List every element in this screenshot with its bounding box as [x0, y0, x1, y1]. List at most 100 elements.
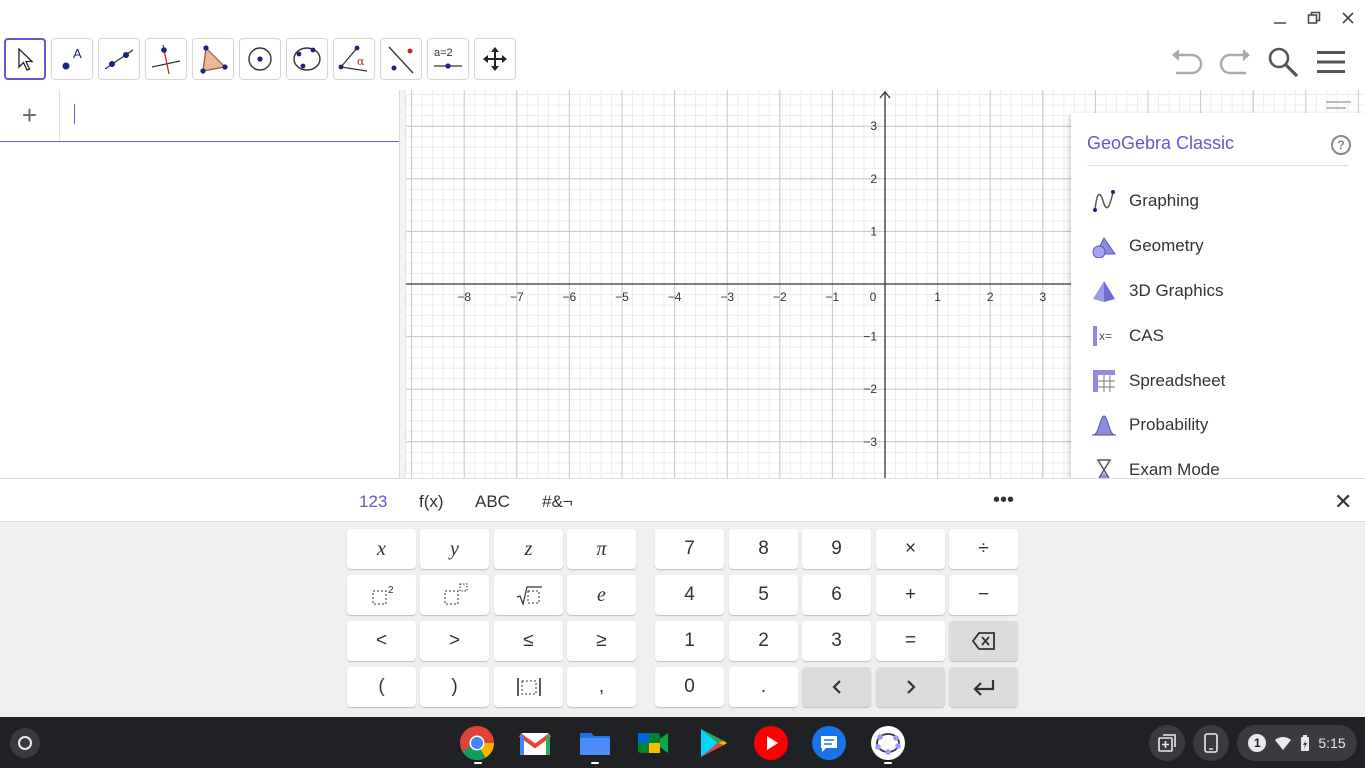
app-spreadsheet[interactable]: Spreadsheet [1091, 366, 1225, 396]
key-7[interactable]: 7 [655, 529, 724, 569]
key-left-arrow[interactable] [802, 667, 871, 707]
app-probability[interactable]: Probability [1091, 410, 1208, 440]
point-icon: A [62, 46, 82, 70]
chrome-app[interactable] [459, 725, 495, 761]
key-divide[interactable]: ÷ [949, 529, 1018, 569]
key-9[interactable]: 9 [802, 529, 871, 569]
redo-icon[interactable] [1215, 40, 1255, 84]
system-tray-button[interactable]: 1 5:15 [1237, 725, 1357, 761]
launcher-button[interactable] [7, 725, 43, 761]
key-e[interactable]: e [567, 575, 636, 615]
app-label: Probability [1129, 415, 1209, 434]
search-icon[interactable] [1263, 40, 1303, 84]
point-tool[interactable]: A [51, 38, 93, 80]
key-greater-equal[interactable]: ≥ [567, 621, 636, 661]
tab-symbols[interactable]: #&¬ [542, 492, 573, 512]
key-multiply[interactable]: × [876, 529, 945, 569]
key-plus[interactable]: + [876, 575, 945, 615]
key-enter[interactable] [949, 667, 1018, 707]
key-1[interactable]: 1 [655, 621, 724, 661]
reflect-tool[interactable] [380, 38, 422, 80]
minimize-icon[interactable] [1263, 0, 1297, 36]
notification-badge: 1 [1248, 734, 1267, 752]
desks-button[interactable] [1149, 725, 1185, 761]
key-less-equal[interactable]: ≤ [494, 621, 563, 661]
youtube-app[interactable] [753, 725, 789, 761]
undo-icon[interactable] [1167, 40, 1207, 84]
key-abs[interactable] [494, 667, 563, 707]
perpendicular-tool[interactable] [145, 38, 187, 80]
key-greater-than[interactable]: > [420, 621, 489, 661]
app-graphing[interactable]: Graphing [1091, 186, 1199, 216]
key-x[interactable]: x [347, 529, 416, 569]
key-3[interactable]: 3 [802, 621, 871, 661]
key-6[interactable]: 6 [802, 575, 871, 615]
gmail-app[interactable] [517, 725, 553, 761]
spreadsheet-icon [1091, 368, 1117, 394]
key-pi[interactable]: π [567, 529, 636, 569]
toolbar-right [1167, 40, 1351, 84]
key-z[interactable]: z [494, 529, 563, 569]
move-graphics-tool[interactable] [474, 38, 516, 80]
files-app[interactable] [577, 725, 613, 761]
backspace-icon [971, 632, 995, 650]
add-item-button[interactable]: + [0, 90, 60, 141]
angle-tool[interactable]: α [333, 38, 375, 80]
key-less-than[interactable]: < [347, 621, 416, 661]
key-5[interactable]: 5 [729, 575, 798, 615]
app-3d-graphics[interactable]: 3D Graphics [1091, 276, 1223, 306]
phone-hub-button[interactable] [1193, 725, 1229, 761]
key-power[interactable] [420, 575, 489, 615]
move-tool[interactable] [4, 38, 46, 80]
chevron-left-icon [831, 680, 841, 694]
polygon-tool[interactable] [192, 38, 234, 80]
svg-text:α: α [357, 55, 365, 68]
key-8[interactable]: 8 [729, 529, 798, 569]
key-sqrt[interactable] [494, 575, 563, 615]
svg-text:A: A [73, 46, 82, 61]
launcher-icon [10, 728, 40, 758]
y-tick-label: −3 [863, 435, 877, 449]
key-y[interactable]: y [420, 529, 489, 569]
play-store-app[interactable] [694, 725, 730, 761]
key-backspace[interactable] [949, 621, 1018, 661]
close-icon[interactable] [1331, 0, 1365, 36]
tab-functions[interactable]: f(x) [419, 492, 444, 512]
slider-tool[interactable]: a=2 [427, 38, 469, 80]
key-comma[interactable]: , [567, 667, 636, 707]
key-4[interactable]: 4 [655, 575, 724, 615]
messages-app[interactable] [811, 725, 847, 761]
angle-icon: α [338, 45, 368, 72]
help-icon[interactable]: ? [1331, 135, 1351, 155]
key-close-paren[interactable]: ) [420, 667, 489, 707]
key-decimal[interactable]: . [729, 667, 798, 707]
app-geometry[interactable]: Geometry [1091, 231, 1204, 261]
app-cas[interactable]: x= CAS [1091, 321, 1164, 351]
geogebra-app[interactable] [870, 725, 906, 761]
line-tool[interactable] [98, 38, 140, 80]
algebra-input-row[interactable]: + [0, 90, 399, 142]
key-open-paren[interactable]: ( [347, 667, 416, 707]
shelf: 1 5:15 [0, 717, 1365, 768]
perpendicular-icon [151, 44, 181, 75]
close-keyboard-button[interactable]: ✕ [1334, 489, 1352, 515]
key-2[interactable]: 2 [729, 621, 798, 661]
more-keys-button[interactable]: ••• [993, 489, 1014, 512]
restore-icon[interactable] [1297, 0, 1331, 36]
tab-abc[interactable]: ABC [475, 492, 510, 512]
key-squared[interactable]: 2 [347, 575, 416, 615]
key-equals[interactable]: = [876, 621, 945, 661]
key-0[interactable]: 0 [655, 667, 724, 707]
circle-tool[interactable] [239, 38, 281, 80]
app-exam-mode[interactable]: Exam Mode [1091, 455, 1220, 478]
conic-tool[interactable] [286, 38, 328, 80]
key-minus[interactable]: − [949, 575, 1018, 615]
meet-app[interactable] [635, 725, 671, 761]
messages-icon [812, 726, 846, 760]
y-tick-label: −1 [863, 330, 877, 344]
key-right-arrow[interactable] [876, 667, 945, 707]
menu-icon[interactable] [1311, 40, 1351, 84]
tab-123[interactable]: 123 [359, 492, 387, 512]
circle-icon [248, 47, 272, 71]
cas-icon: x= [1091, 323, 1117, 349]
